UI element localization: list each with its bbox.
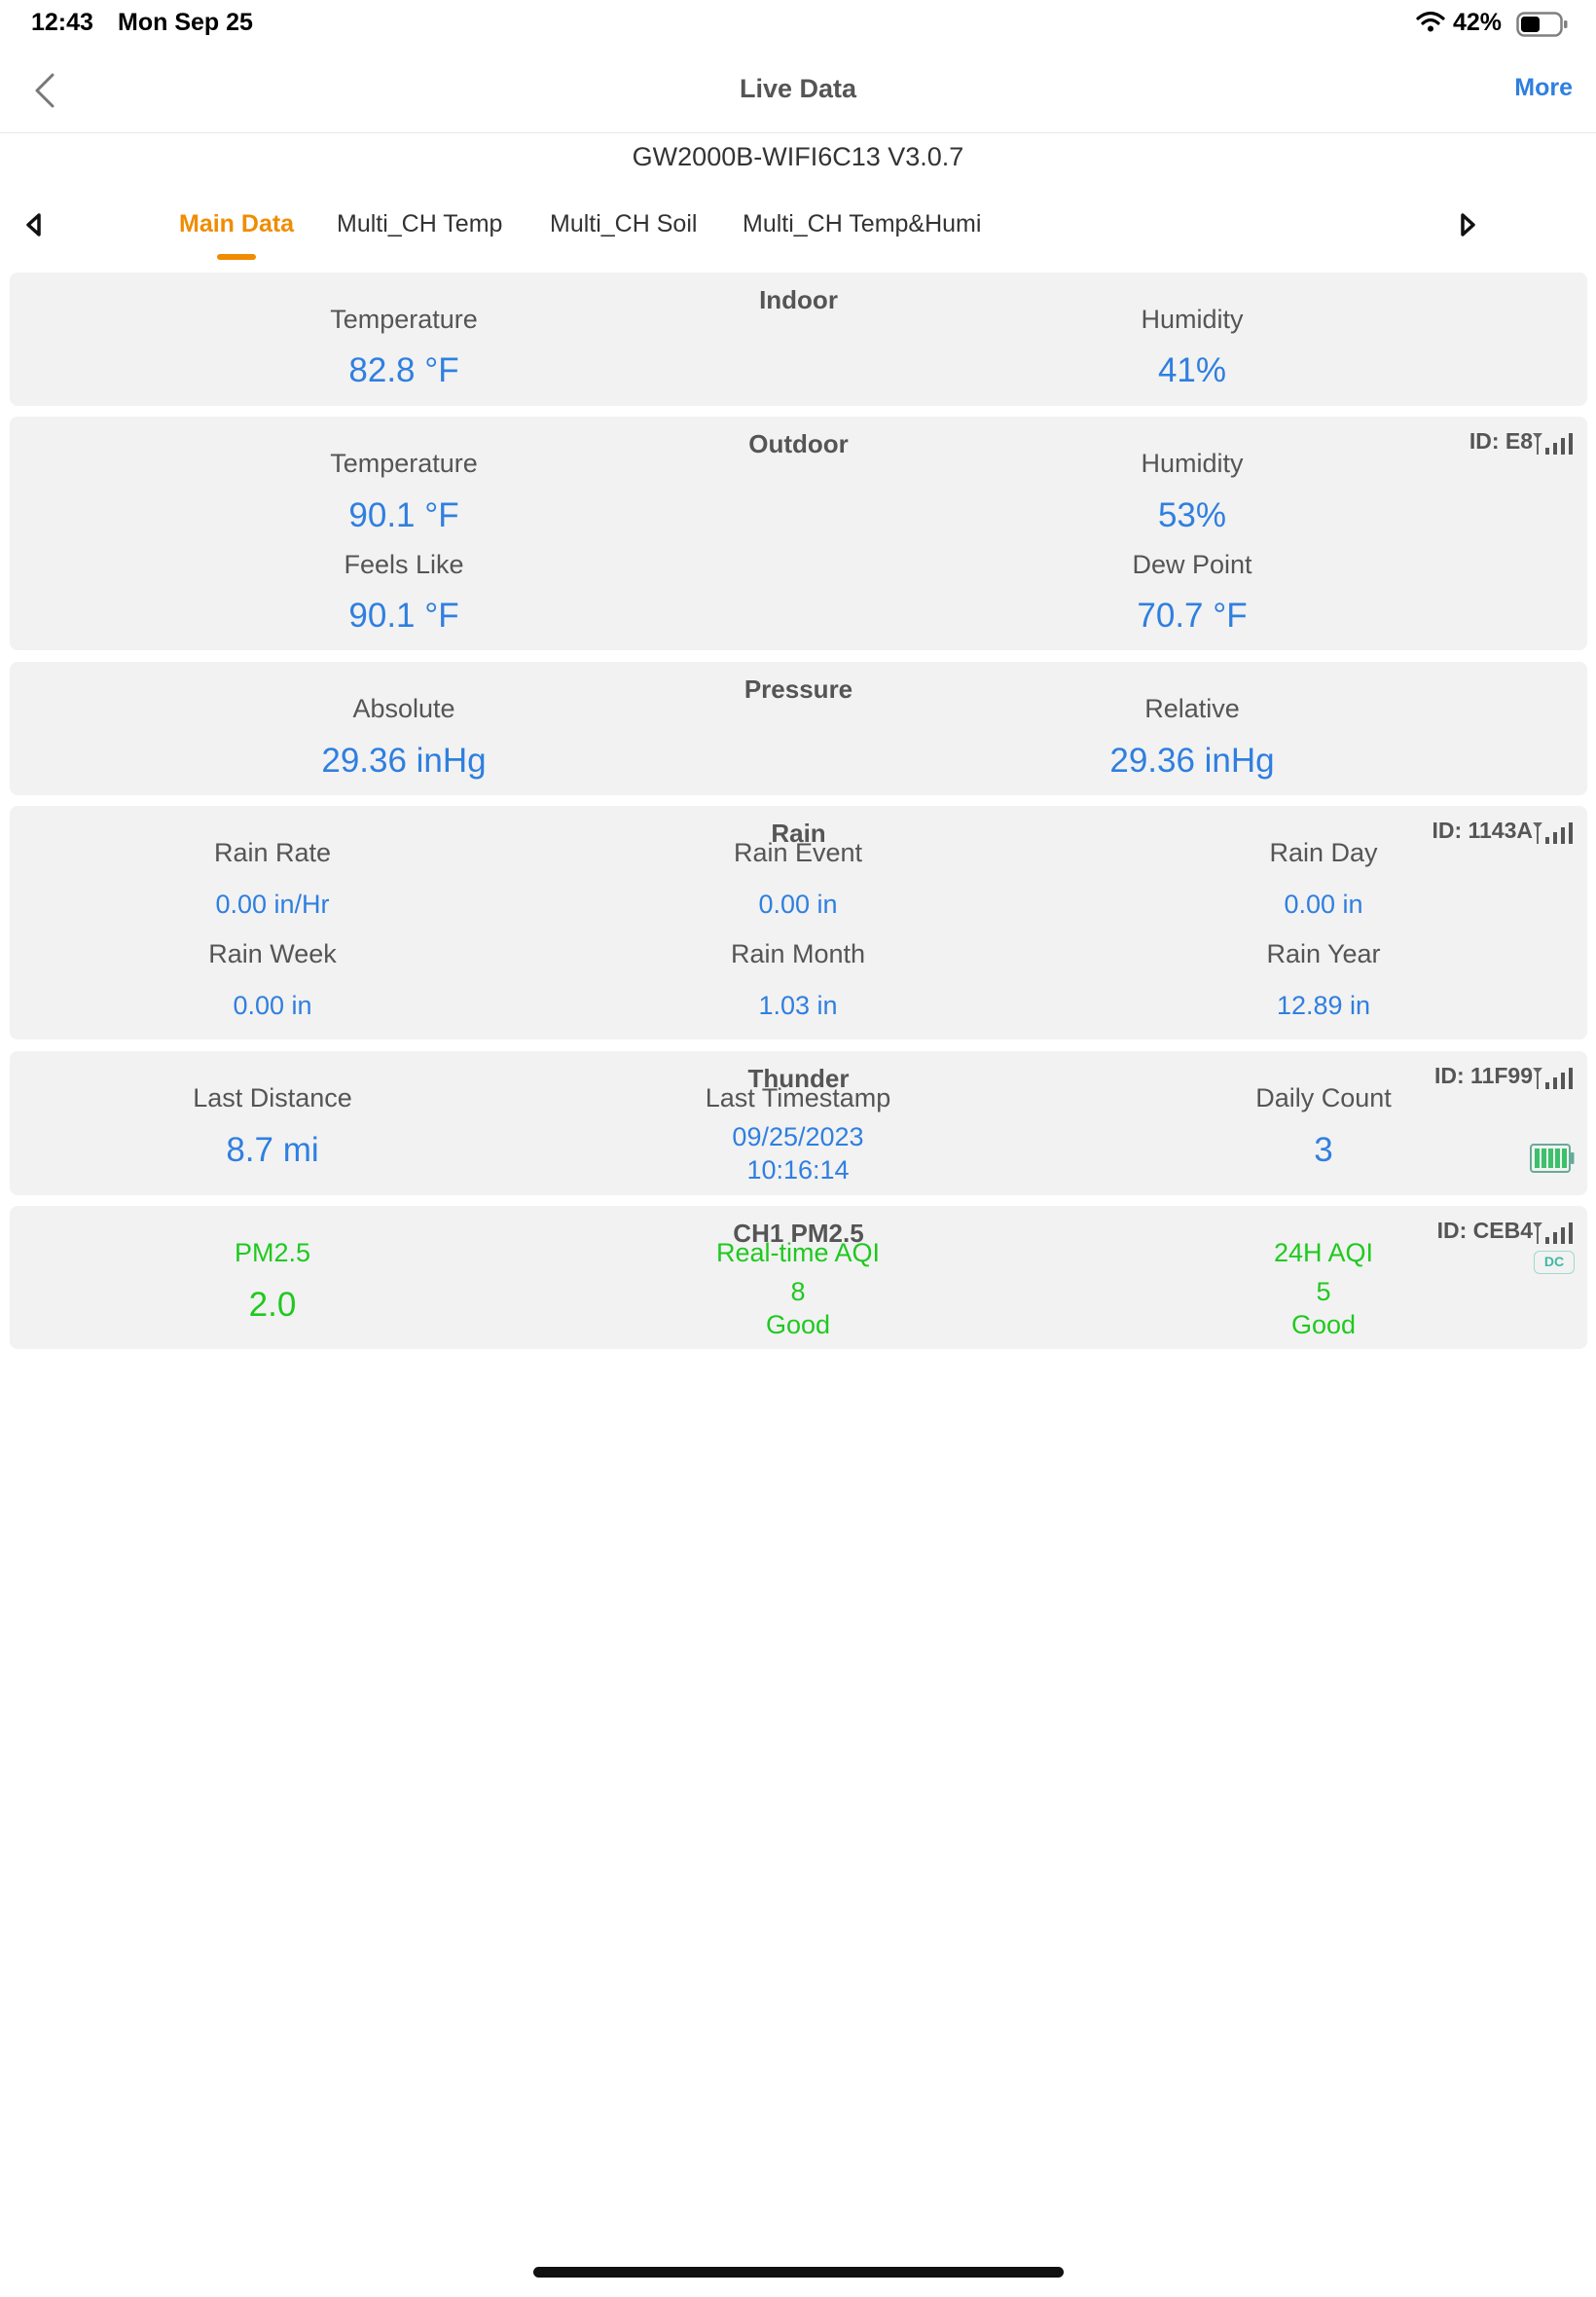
relative-pressure-label: Relative xyxy=(1144,694,1240,723)
rain-year-label: Rain Year xyxy=(1266,939,1381,968)
outdoor-temp-label: Temperature xyxy=(330,449,478,478)
indoor-humidity-label: Humidity xyxy=(1141,305,1244,334)
pm25-value: 2.0 xyxy=(248,1286,297,1324)
sensor-id: ID: E8 xyxy=(1469,428,1533,454)
outdoor-humidity-value: 53% xyxy=(1157,496,1227,534)
rain-card: Rain ID: 1143A Rain Rate 0.00 in/Hr Rain… xyxy=(10,806,1587,1039)
rain-event-label: Rain Event xyxy=(733,838,863,867)
absolute-pressure-value: 29.36 inHg xyxy=(321,742,487,780)
tab-main-data[interactable]: Main Data xyxy=(179,210,294,238)
device-name: GW2000B-WIFI6C13 V3.0.7 xyxy=(632,142,964,171)
last-timestamp-date: 09/25/2023 xyxy=(732,1122,864,1151)
sensor-battery-full-icon xyxy=(1530,1144,1575,1178)
realtime-aqi-value: 8 xyxy=(790,1277,806,1306)
last-distance-value: 8.7 mi xyxy=(226,1131,319,1169)
indoor-card: Indoor Temperature 82.8 °F Humidity 41% xyxy=(10,273,1587,406)
tab-multi-ch-temp[interactable]: Multi_CH Temp xyxy=(337,210,502,238)
signal-icon xyxy=(1532,1065,1575,1095)
daily-count-value: 3 xyxy=(1314,1131,1333,1169)
indoor-temp-value: 82.8 °F xyxy=(348,351,459,389)
pressure-card: Pressure Absolute 29.36 inHg Relative 29… xyxy=(10,662,1587,795)
thunder-card: Thunder ID: 11F99 Last Distance 8.7 mi L… xyxy=(10,1051,1587,1195)
nav-bar: Live Data More xyxy=(0,49,1596,133)
dew-point-value: 70.7 °F xyxy=(1137,597,1248,635)
rain-week-value: 0.00 in xyxy=(233,991,312,1020)
rain-day-label: Rain Day xyxy=(1269,838,1378,867)
status-time: 12:43 xyxy=(31,9,93,36)
tab-right-arrow-icon[interactable] xyxy=(1457,210,1478,244)
sensor-id: ID: CEB4 xyxy=(1436,1218,1533,1243)
outdoor-humidity-label: Humidity xyxy=(1141,449,1244,478)
active-tab-indicator xyxy=(217,254,256,260)
rain-month-label: Rain Month xyxy=(730,939,866,968)
tab-multi-ch-temp-humi[interactable]: Multi_CH Temp&Humi xyxy=(743,210,981,238)
page-title: Live Data xyxy=(739,74,857,103)
signal-icon xyxy=(1532,1220,1575,1250)
home-indicator[interactable] xyxy=(533,2267,1064,2278)
realtime-aqi-label: Real-time AQI xyxy=(715,1238,881,1267)
absolute-pressure-label: Absolute xyxy=(352,694,455,723)
aqi-24h-value: 5 xyxy=(1316,1277,1331,1306)
aqi-24h-label: 24H AQI xyxy=(1273,1238,1374,1267)
signal-icon xyxy=(1532,820,1575,850)
tab-multi-ch-soil[interactable]: Multi_CH Soil xyxy=(550,210,697,238)
outdoor-card: Outdoor ID: E8 Temperature 90.1 °F Humid… xyxy=(10,417,1587,650)
card-title: Outdoor xyxy=(748,429,849,458)
realtime-aqi-status: Good xyxy=(765,1310,831,1339)
feels-like-value: 90.1 °F xyxy=(348,597,459,635)
rain-year-value: 12.89 in xyxy=(1276,991,1371,1020)
rain-rate-value: 0.00 in/Hr xyxy=(215,890,330,919)
battery-icon xyxy=(1516,12,1569,42)
indoor-humidity-value: 41% xyxy=(1157,351,1227,389)
more-button[interactable]: More xyxy=(1514,74,1573,102)
feels-like-label: Feels Like xyxy=(344,550,464,579)
pm25-card: CH1 PM2.5 ID: CEB4 DC PM2.5 2.0 Real-tim… xyxy=(10,1206,1587,1349)
status-date: Mon Sep 25 xyxy=(118,9,253,36)
aqi-24h-status: Good xyxy=(1290,1310,1357,1339)
relative-pressure-value: 29.36 inHg xyxy=(1109,742,1275,780)
sensor-id: ID: 11F99 xyxy=(1434,1063,1533,1088)
rain-week-label: Rain Week xyxy=(208,939,337,968)
rain-event-value: 0.00 in xyxy=(758,890,838,919)
rain-month-value: 1.03 in xyxy=(758,991,838,1020)
card-title: Indoor xyxy=(759,285,838,314)
daily-count-label: Daily Count xyxy=(1255,1083,1392,1112)
dc-power-icon: DC xyxy=(1534,1251,1575,1274)
status-bar: 12:43 Mon Sep 25 42% xyxy=(0,0,1596,49)
indoor-temp-label: Temperature xyxy=(330,305,478,334)
tab-bar: Main Data Multi_CH Temp Multi_CH Soil Mu… xyxy=(0,200,1596,268)
last-timestamp-time: 10:16:14 xyxy=(746,1155,850,1185)
rain-rate-label: Rain Rate xyxy=(213,838,332,867)
last-timestamp-label: Last Timestamp xyxy=(705,1083,891,1112)
wifi-icon xyxy=(1416,11,1445,37)
card-title: Pressure xyxy=(744,675,853,704)
battery-percent: 42% xyxy=(1453,9,1503,36)
sensor-id: ID: 1143A xyxy=(1432,818,1533,843)
signal-icon xyxy=(1532,430,1575,460)
dew-point-label: Dew Point xyxy=(1132,550,1252,579)
tab-left-arrow-icon[interactable] xyxy=(23,210,45,244)
pm25-label: PM2.5 xyxy=(234,1238,311,1267)
last-distance-label: Last Distance xyxy=(193,1083,352,1112)
outdoor-temp-value: 90.1 °F xyxy=(348,496,459,534)
rain-day-value: 0.00 in xyxy=(1284,890,1363,919)
